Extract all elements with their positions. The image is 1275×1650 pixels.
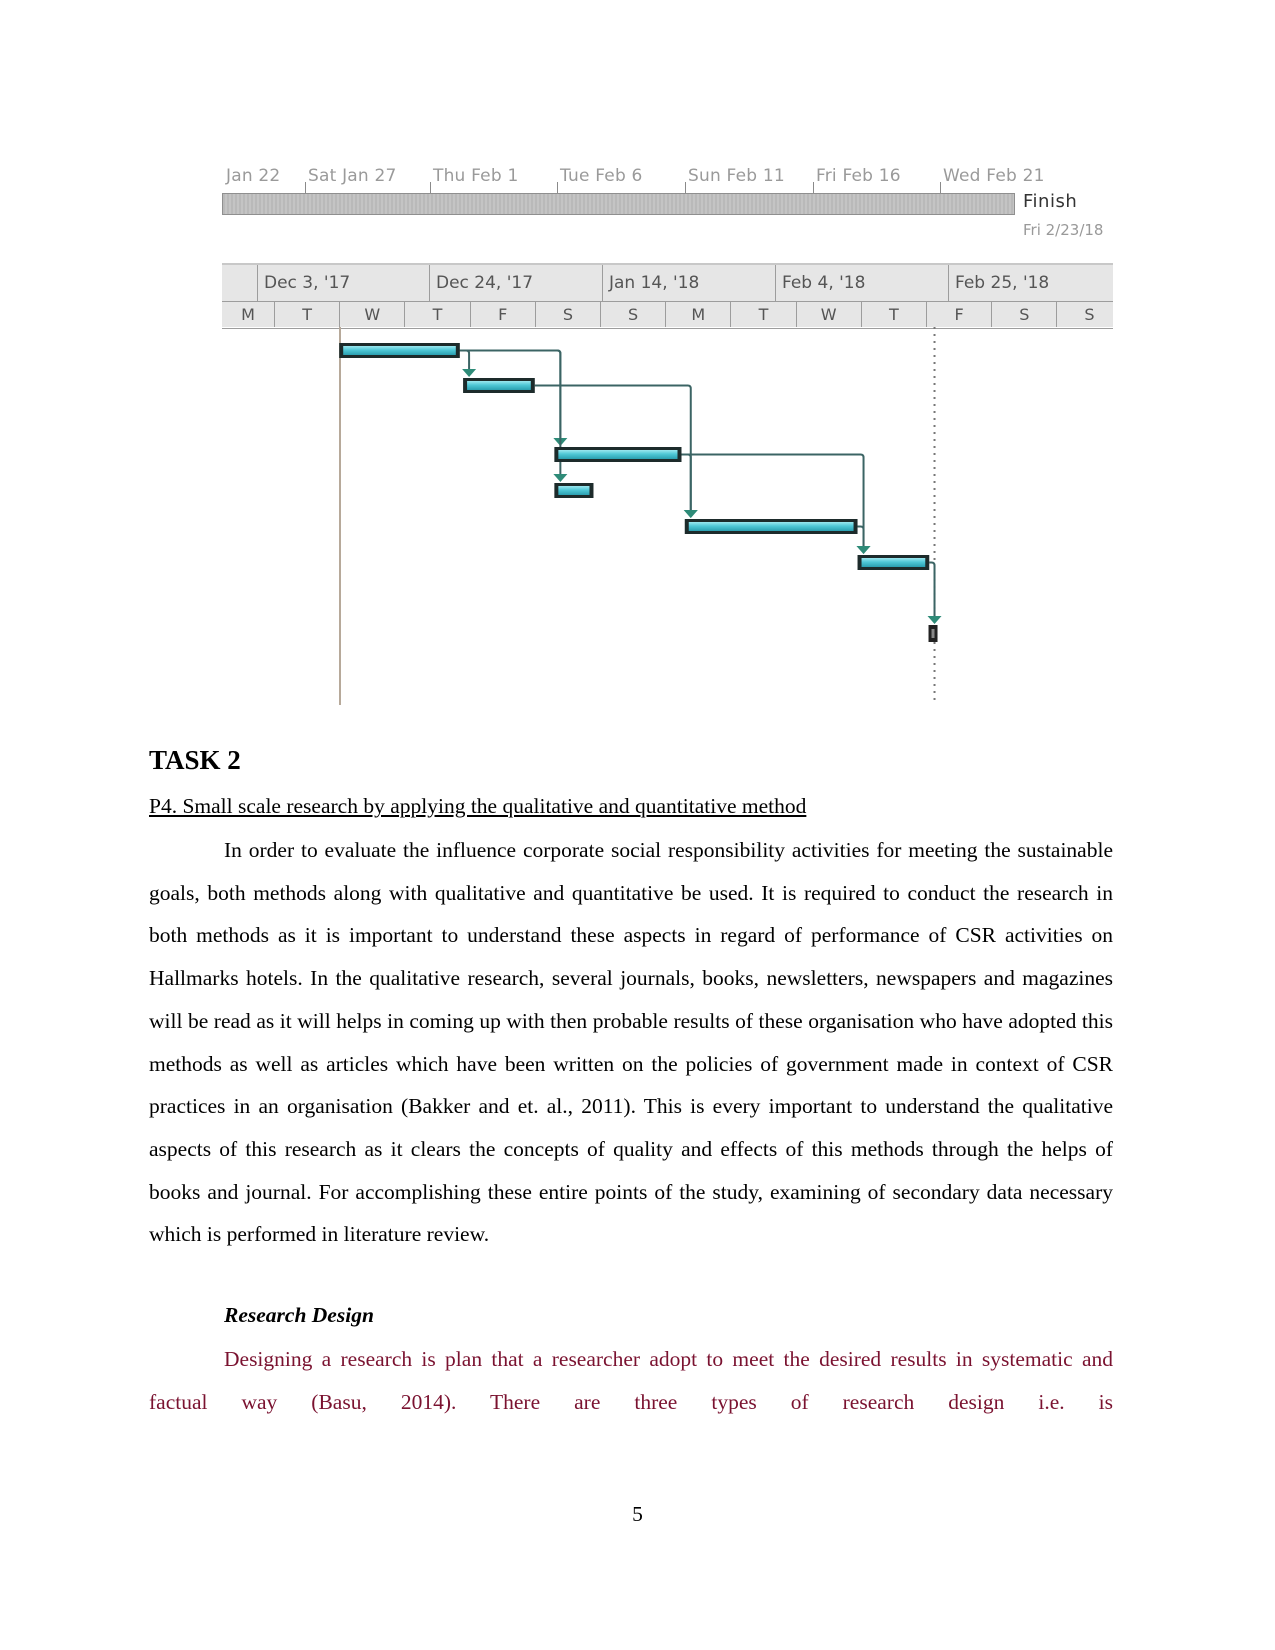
paragraph-1-text: In order to evaluate the influence corpo… bbox=[149, 838, 1113, 1247]
dependency-link bbox=[681, 453, 865, 550]
research-design-heading: Research Design bbox=[224, 1303, 374, 1327]
task-bar bbox=[861, 558, 926, 567]
task-bar bbox=[558, 486, 590, 495]
page-number: 5 bbox=[632, 1502, 643, 1526]
finish-milestone-inner bbox=[931, 629, 935, 638]
dependency-link bbox=[459, 349, 562, 442]
gantt-chart-figure: Jan 22 Sat Jan 27 Thu Feb 1 Tue Feb 6 Sun Fe… bbox=[0, 0, 1275, 720]
dependency-arrow bbox=[683, 510, 698, 518]
task-bar bbox=[558, 450, 678, 459]
paragraph-2-text: Designing a research is plan that a rese… bbox=[149, 1347, 1113, 1414]
dependency-link bbox=[681, 453, 692, 514]
task-bar bbox=[467, 381, 531, 390]
task-heading: TASK 2 bbox=[149, 745, 241, 775]
body-paragraph-1: In order to evaluate the influence corpo… bbox=[149, 829, 1113, 1256]
body-paragraph-2: Designing a research is plan that a rese… bbox=[149, 1338, 1113, 1423]
dependency-arrow bbox=[927, 616, 942, 624]
task-bar bbox=[343, 346, 456, 355]
task-bar bbox=[688, 522, 854, 531]
dependency-arrow bbox=[553, 474, 568, 482]
dependency-arrow bbox=[856, 546, 871, 554]
gantt-bars-canvas bbox=[339, 327, 942, 705]
dependency-link bbox=[929, 561, 936, 620]
dependency-arrow bbox=[462, 369, 477, 377]
section-subheading: P4. Small scale research by applying the… bbox=[149, 794, 807, 818]
